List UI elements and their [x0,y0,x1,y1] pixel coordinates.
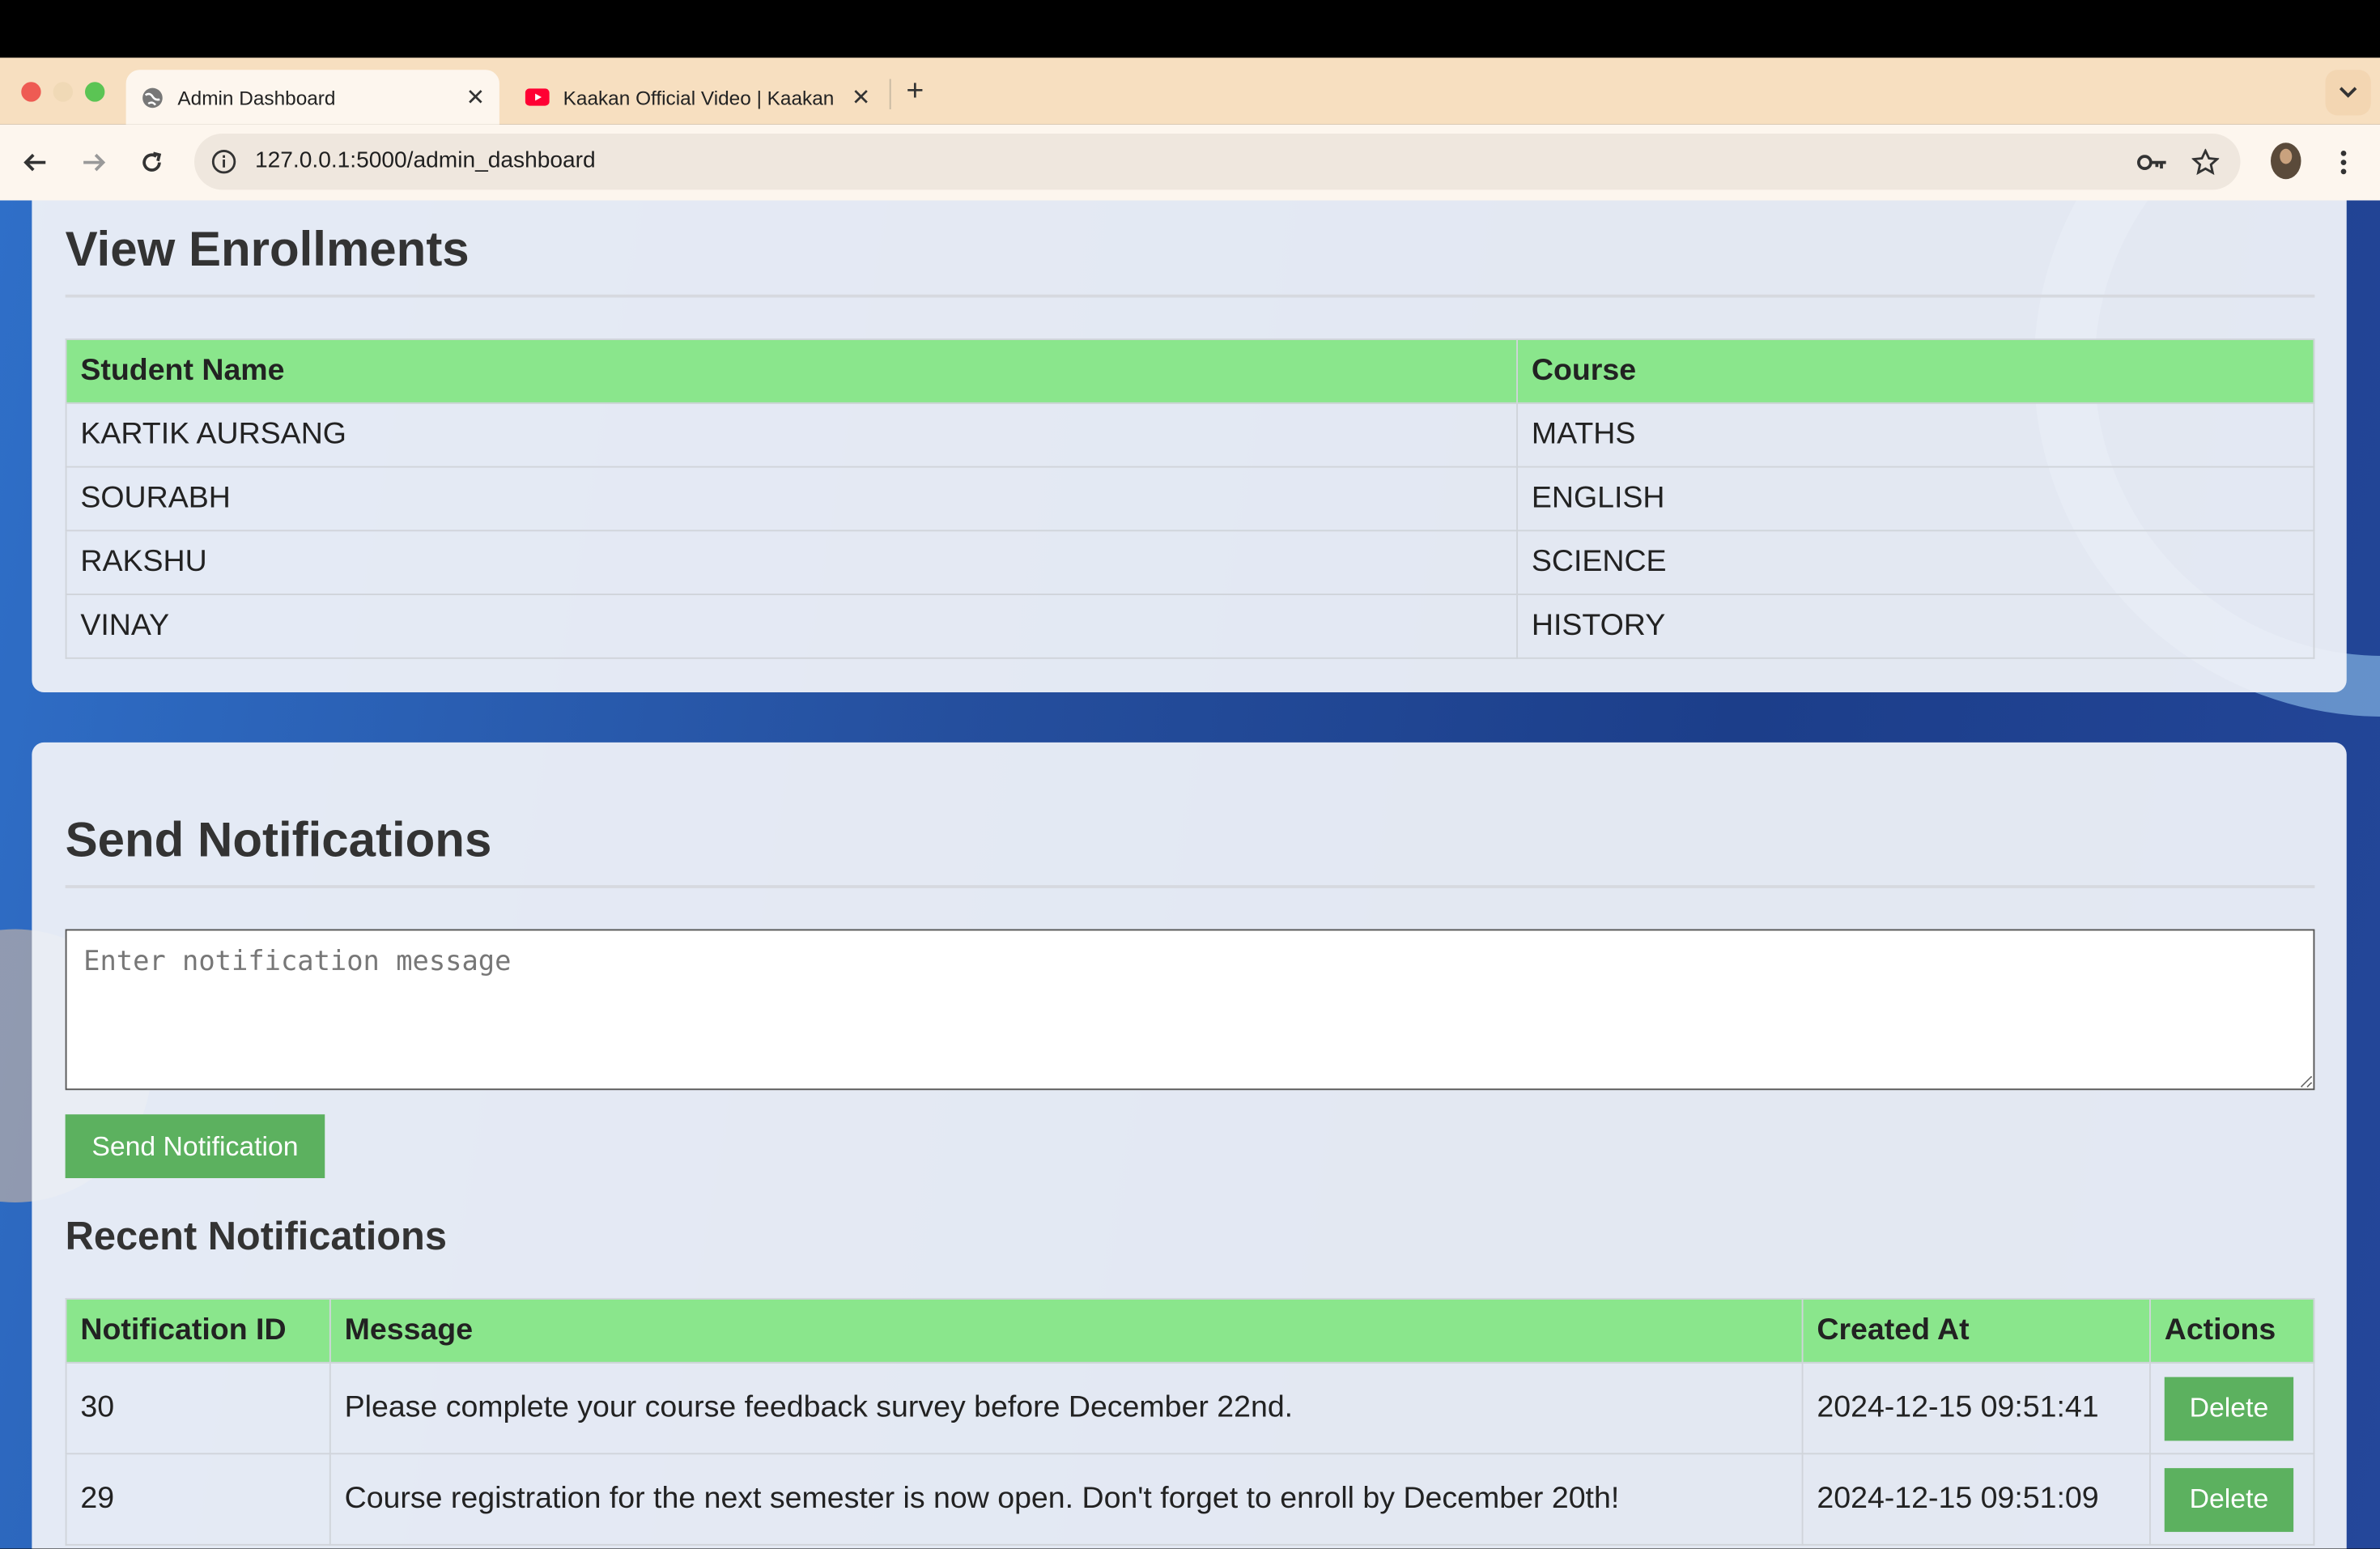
enrollments-heading: View Enrollments [66,222,470,278]
notification-message-input[interactable] [66,930,2315,1091]
notification-id-cell: 29 [66,1453,330,1545]
course-cell: SCIENCE [1517,530,2314,594]
student-name-cell: VINAY [66,594,1518,658]
bookmark-star-icon[interactable] [2189,146,2222,179]
notification-created-cell: 2024-12-15 09:51:41 [1803,1363,2150,1454]
course-cell: HISTORY [1517,594,2314,658]
os-menu-bar [0,0,2380,57]
table-row: SOURABH ENGLISH [66,467,2314,531]
profile-avatar[interactable] [2271,143,2301,179]
notification-message-cell: Course registration for the next semeste… [330,1453,1803,1545]
window-minimize-dot[interactable] [53,82,73,101]
back-icon[interactable] [17,144,53,181]
table-row: 30 Please complete your course feedback … [66,1363,2314,1454]
notification-created-cell: 2024-12-15 09:51:09 [1803,1453,2150,1545]
reload-icon[interactable] [134,144,170,181]
site-info-icon[interactable] [208,146,239,177]
notifications-table: Notification ID Message Created At Actio… [66,1298,2315,1546]
new-tab-icon[interactable]: + [906,74,924,109]
tab-search-menu-icon[interactable] [2326,70,2371,115]
actions-cell: Delete [2150,1363,2314,1454]
column-header: Created At [1803,1299,2150,1363]
notification-message-cell: Please complete your course feedback sur… [330,1363,1803,1454]
table-row: VINAY HISTORY [66,594,2314,658]
column-header: Notification ID [66,1299,330,1363]
heading-divider [66,885,2315,888]
course-cell: MATHS [1517,403,2314,467]
heading-divider [66,295,2315,298]
window-close-dot[interactable] [21,82,40,101]
table-row: 29 Course registration for the next seme… [66,1453,2314,1545]
enrollments-card: View Enrollments Student Name Course KAR… [32,201,2346,693]
notifications-heading: Send Notifications [66,812,492,868]
student-name-cell: SOURABH [66,467,1518,531]
column-header: Actions [2150,1299,2314,1363]
page-viewport: View Enrollments Student Name Course KAR… [0,201,2380,1549]
password-key-icon[interactable] [2136,146,2169,179]
delete-button[interactable]: Delete [2165,1377,2293,1440]
student-name-cell: RAKSHU [66,530,1518,594]
url-text[interactable]: 127.0.0.1:5000/admin_dashboard [255,147,596,173]
tab-admin-dashboard[interactable]: Admin Dashboard ✕ [140,70,489,125]
tab-separator [890,79,891,110]
globe-icon [140,85,164,109]
send-notification-button[interactable]: Send Notification [66,1114,325,1178]
delete-button[interactable]: Delete [2165,1467,2293,1531]
column-header: Student Name [66,339,1518,403]
window-zoom-dot[interactable] [85,82,104,101]
course-cell: ENGLISH [1517,467,2314,531]
table-row: KARTIK AURSANG MATHS [66,403,2314,467]
column-header: Message [330,1299,1803,1363]
forward-icon[interactable] [76,144,113,181]
enrollments-table: Student Name Course KARTIK AURSANG MATHS… [66,338,2315,659]
recent-notifications-heading: Recent Notifications [66,1213,447,1260]
column-header: Course [1517,339,2314,403]
actions-cell: Delete [2150,1453,2314,1545]
youtube-icon [525,85,550,109]
tab-close-icon[interactable]: ✕ [466,83,486,111]
tab-close-icon[interactable]: ✕ [852,83,871,111]
tab-youtube[interactable]: Kaakan Official Video | Kaakan ✕ [525,70,881,125]
tab-title: Admin Dashboard [177,86,335,109]
notification-id-cell: 30 [66,1363,330,1454]
tab-title: Kaakan Official Video | Kaakan [563,86,834,109]
student-name-cell: KARTIK AURSANG [66,403,1518,467]
more-menu-icon[interactable] [2327,146,2360,179]
table-row: RAKSHU SCIENCE [66,530,2314,594]
